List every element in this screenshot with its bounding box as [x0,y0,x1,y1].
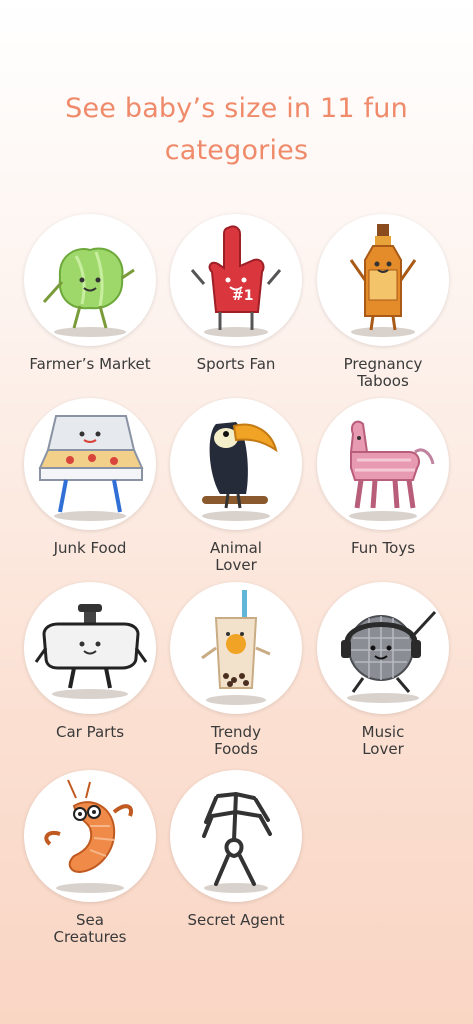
category-circle [24,582,156,714]
toucan-icon [202,422,278,521]
whiskey-bottle-icon [349,224,417,337]
category-label: Secret Agent [187,911,285,929]
category-label: Car Parts [55,723,125,741]
category-music-lover[interactable]: Music Lover [308,582,458,758]
category-circle [170,398,302,530]
category-circle [317,582,449,714]
category-animal-lover[interactable]: Animal Lover [161,398,311,574]
disco-ball-icon [341,610,437,703]
category-fun-toys[interactable]: Fun Toys [308,398,458,557]
category-circle [170,770,302,902]
category-label: Music Lover [361,723,405,758]
category-sea-creatures[interactable]: Sea Creatures [15,770,165,946]
category-circle [317,398,449,530]
category-pregnancy-taboos[interactable]: Pregnancy Taboos [308,214,458,390]
category-farmers-market[interactable]: Farmer’s Market [15,214,165,373]
category-trendy-foods[interactable]: Trendy Foods [161,582,311,758]
shrimp-icon [44,779,133,893]
category-label: Fun Toys [350,539,416,557]
category-sports-fan[interactable]: #1 Sports Fan [161,214,311,373]
category-circle [24,398,156,530]
category-secret-agent[interactable]: Secret Agent [161,770,311,929]
category-circle: #1 [170,214,302,346]
bubble-tea-icon [201,590,271,705]
lettuce-icon [42,247,135,337]
category-label: Farmer’s Market [29,355,151,373]
foam-finger-icon: #1 [190,225,282,337]
category-grid: Farmer’s Market #1 Sports Fan Pregnancy … [0,0,473,1024]
category-label: Sea Creatures [53,911,127,946]
category-label: Animal Lover [210,539,262,574]
rearview-mirror-icon [34,604,148,699]
pizza-box-icon [38,415,144,521]
category-circle [317,214,449,346]
category-circle [24,214,156,346]
pinata-icon [349,420,435,521]
category-label: Pregnancy Taboos [343,355,423,390]
category-label: Junk Food [53,539,127,557]
stick-figure-icon [202,791,272,893]
category-circle [24,770,156,902]
category-label: Sports Fan [196,355,276,373]
category-car-parts[interactable]: Car Parts [15,582,165,741]
category-label: Trendy Foods [211,723,261,758]
category-circle [170,582,302,714]
category-junk-food[interactable]: Junk Food [15,398,165,557]
